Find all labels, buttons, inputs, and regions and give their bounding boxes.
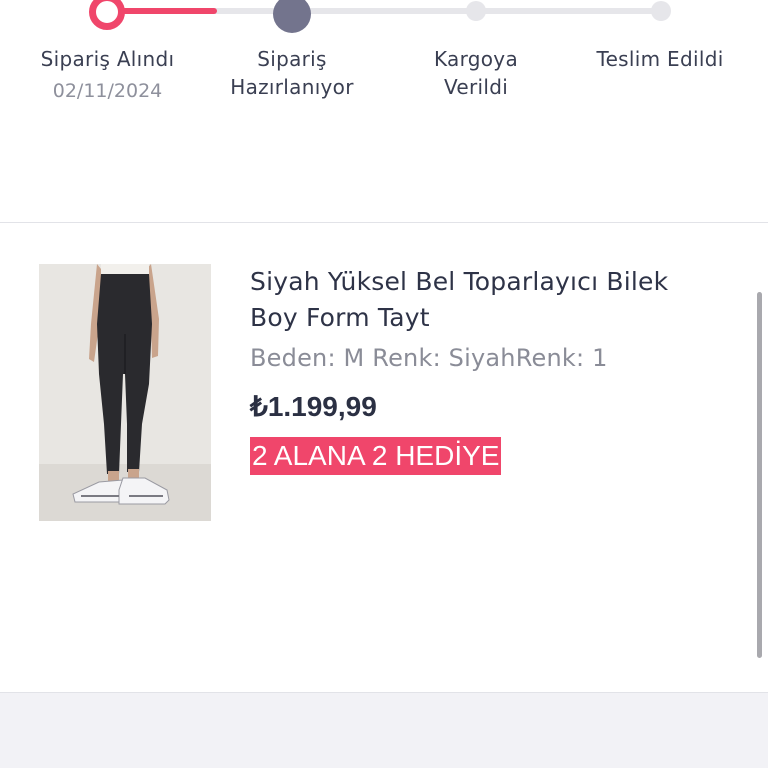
product-attributes: Beden: M Renk: SiyahRenk: 1 — [250, 344, 608, 372]
step-delivered-label: Teslim Edildi — [596, 47, 724, 71]
step-shipped-label: Kargoya Verildi — [433, 47, 518, 99]
product-image[interactable] — [39, 264, 211, 521]
step-received-indicator — [89, 0, 125, 30]
footer-area — [0, 693, 768, 768]
step-delivered-indicator — [651, 1, 671, 21]
section-divider — [0, 222, 768, 223]
step-preparing-label: Sipariş Hazırlanıyor — [230, 47, 354, 99]
promo-badge: 2 ALANA 2 HEDİYE — [250, 437, 502, 475]
step-shipped-indicator — [466, 1, 486, 21]
step-received-label: Sipariş Alındı — [40, 47, 175, 71]
step-received-date: 02/11/2024 — [52, 80, 163, 102]
leggings-photo-icon — [39, 264, 211, 521]
order-status-tracker: Sipariş Alındı 02/11/2024 Sipariş Hazırl… — [0, 0, 768, 222]
product-price: ₺1.199,99 — [250, 391, 377, 422]
product-title[interactable]: Siyah Yüksel Bel Toparlayıcı Bilek Boy F… — [250, 264, 720, 336]
step-preparing-indicator — [273, 0, 311, 33]
scrollbar[interactable] — [757, 292, 762, 658]
